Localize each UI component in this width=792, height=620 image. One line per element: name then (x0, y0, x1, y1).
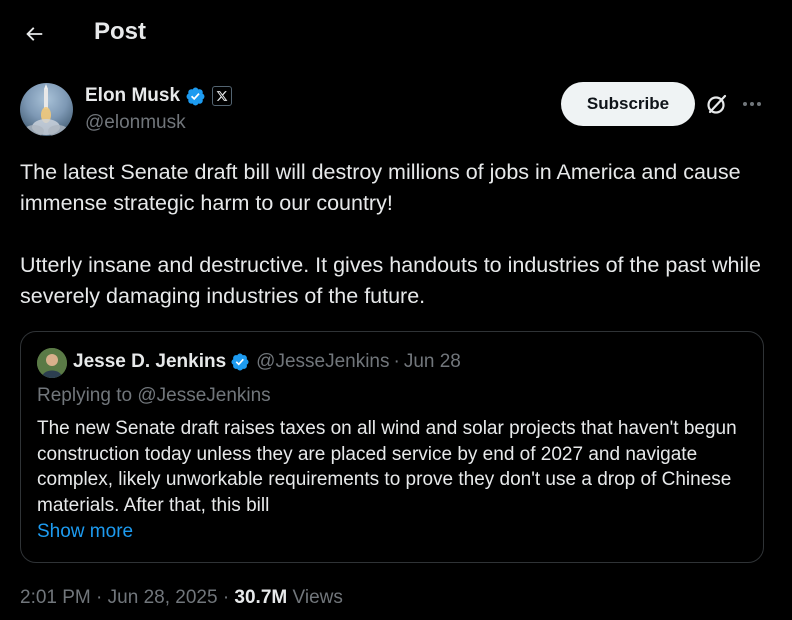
post-paragraph-2: Utterly insane and destructive. It gives… (20, 253, 761, 308)
more-options-icon (743, 102, 761, 106)
arrow-left-icon (26, 27, 43, 41)
author-name-row[interactable]: Elon Musk (85, 85, 233, 107)
quoted-header: Jesse D. Jenkins @JesseJenkins · Jun 28 (73, 351, 461, 373)
back-button[interactable] (14, 14, 54, 54)
views-count: 30.7M (234, 587, 288, 608)
verified-badge-icon (231, 353, 249, 371)
more-options-button[interactable] (738, 90, 766, 118)
post-meta: 2:01 PM · Jun 28, 2025 · 30.7M Views (20, 587, 343, 609)
quoted-author-avatar (37, 348, 67, 378)
post-paragraph-1: The latest Senate draft bill will destro… (20, 160, 741, 215)
quoted-replying-to: Replying to @JesseJenkins (37, 385, 271, 406)
page-title: Post (94, 18, 147, 45)
meta-separator: · (222, 587, 230, 608)
meta-separator: · (96, 587, 103, 608)
show-more-link[interactable]: Show more (37, 521, 133, 543)
post-body: The latest Senate draft bill will destro… (20, 157, 780, 312)
rocket-launch-image (24, 84, 68, 136)
subscribe-button[interactable]: Subscribe (561, 82, 695, 126)
quoted-author-name: Jesse D. Jenkins (73, 351, 227, 372)
grok-button[interactable] (703, 90, 731, 118)
quoted-post-card[interactable]: Jesse D. Jenkins @JesseJenkins · Jun 28 … (20, 331, 764, 563)
quoted-avatar-image (37, 348, 67, 378)
quoted-separator: · (393, 351, 400, 372)
post-time[interactable]: 2:01 PM (20, 587, 91, 608)
author-name[interactable]: Elon Musk (85, 85, 180, 107)
author-avatar[interactable] (20, 83, 73, 136)
grok-icon (707, 94, 727, 114)
views-label: Views (292, 587, 343, 608)
post-header: Post (0, 0, 792, 66)
quoted-date: Jun 28 (403, 351, 461, 372)
x-logo-glyph (216, 91, 228, 101)
post-date[interactable]: Jun 28, 2025 (108, 587, 218, 608)
verified-badge-icon[interactable] (185, 86, 206, 107)
quoted-text: The new Senate draft raises taxes on all… (37, 418, 737, 516)
quoted-author-handle: @JesseJenkins (256, 351, 390, 372)
x-logo-icon[interactable] (212, 86, 233, 106)
author-handle[interactable]: @elonmusk (85, 112, 186, 134)
